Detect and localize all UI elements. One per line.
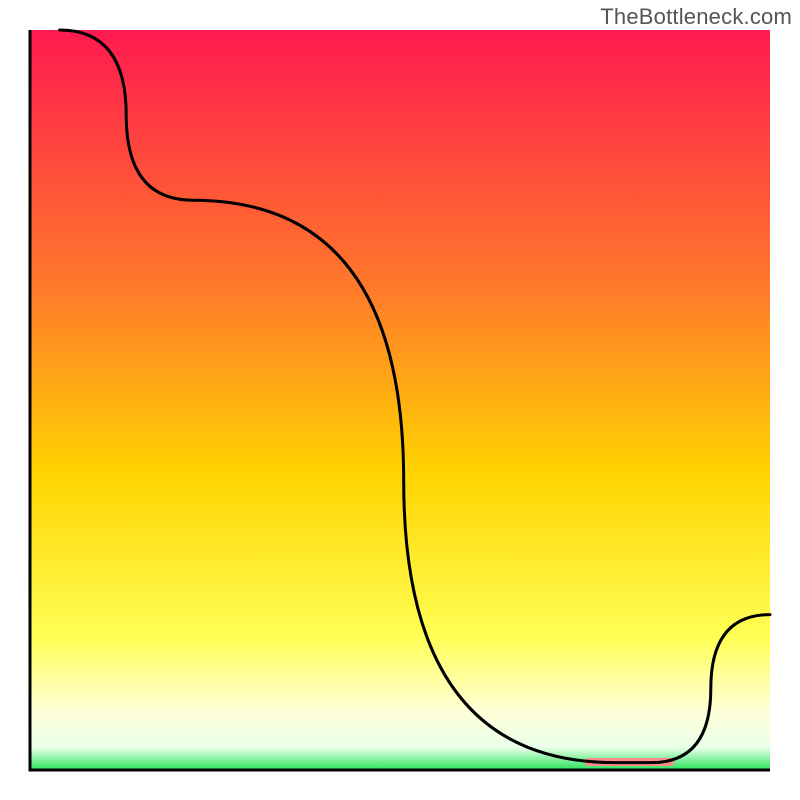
bottleneck-chart [0, 0, 800, 800]
watermark-label: TheBottleneck.com [600, 4, 792, 30]
chart-container: TheBottleneck.com [0, 0, 800, 800]
